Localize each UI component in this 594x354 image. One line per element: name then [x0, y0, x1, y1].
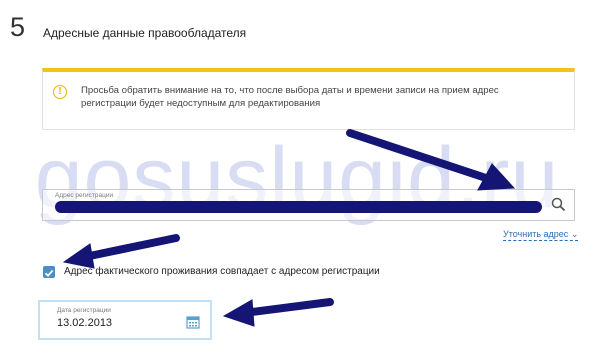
- date-label: Дата регистрации: [57, 307, 111, 314]
- arrow-to-date: [240, 298, 334, 317]
- calendar-button[interactable]: [186, 315, 200, 329]
- address-input-redacted[interactable]: [55, 201, 542, 213]
- arrow-to-checkbox-head: [62, 243, 95, 269]
- registration-date-field[interactable]: Дата регистрации 13.02.2013: [38, 300, 212, 340]
- exclamation-circle-icon: !: [53, 85, 67, 99]
- warning-text: Просьба обратить внимание на то, что пос…: [81, 85, 499, 109]
- search-button[interactable]: [544, 190, 574, 220]
- arrow-to-checkbox: [76, 234, 180, 262]
- same-address-checkbox[interactable]: [43, 266, 55, 278]
- arrow-to-date-head: [222, 299, 255, 327]
- same-address-label: Адрес фактического проживания совпадает …: [64, 266, 380, 277]
- arrow-to-search: [346, 129, 502, 186]
- checkmark-icon: [44, 269, 54, 277]
- step-number: 5: [10, 12, 26, 42]
- search-icon: [551, 197, 566, 212]
- arrow-to-search-head: [477, 163, 516, 191]
- warning-notice: ! Просьба обратить внимание на то, что п…: [42, 68, 575, 130]
- date-value[interactable]: 13.02.2013: [57, 317, 112, 329]
- address-field[interactable]: Адрес регистрации: [42, 189, 575, 221]
- section-title: Адресные данные правообладателя: [43, 26, 247, 40]
- chevron-down-icon: ⌄: [570, 229, 579, 239]
- address-label: Адрес регистрации: [55, 192, 114, 199]
- calendar-icon: [186, 316, 200, 329]
- clarify-address-link[interactable]: Уточнить адрес ⌄: [503, 229, 579, 241]
